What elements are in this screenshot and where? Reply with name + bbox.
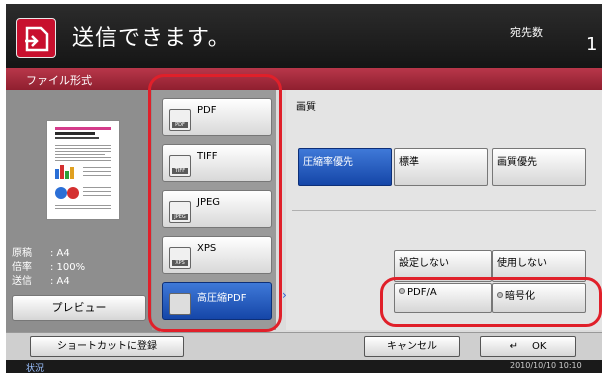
send-size-label: 送信 [12, 276, 32, 287]
format-label: TIFF [197, 151, 218, 162]
section-title: ファイル形式 [26, 74, 92, 87]
divider [292, 210, 596, 211]
original-size-row: 原稿: A4 [12, 244, 70, 259]
radio-indicator-icon [399, 288, 405, 294]
quality-compression-priority-button[interactable]: 圧縮率優先 [298, 148, 392, 186]
file-format-list: PDF PDF TIFF TIFF JPEG JPEG XPS XPS 高圧縮P… [152, 90, 276, 330]
status-button[interactable]: 状況 [26, 361, 44, 373]
header-title: 送信できます。 [72, 26, 231, 51]
encrypt-button[interactable]: 暗号化 [492, 283, 586, 313]
xps-file-icon: XPS [169, 247, 191, 269]
send-icon [25, 26, 49, 52]
format-xps-button[interactable]: XPS XPS [162, 236, 272, 274]
jpeg-file-icon: JPEG [169, 201, 191, 223]
status-bar: 状況 2010/10/10 10:10 [6, 360, 602, 373]
send-size-row: 送信 : A4 [12, 272, 70, 287]
main-panel: ファイル形式 原稿: A4 倍率: 100% 送信: A4 プレビュー P… [6, 68, 602, 332]
quality-priority-button[interactable]: 画質優先 [492, 148, 586, 186]
zoom-label: 倍率 [12, 262, 32, 273]
send-size-value: : A4 [50, 276, 70, 287]
pdf-setting-none-button[interactable]: 設定しない [394, 250, 492, 282]
preview-button[interactable]: プレビュー [12, 295, 146, 321]
encryption-none-button[interactable]: 使用しない [492, 250, 586, 282]
cancel-button[interactable]: キャンセル [364, 336, 460, 357]
format-label: 高圧縮PDF [197, 293, 247, 304]
format-label: XPS [197, 243, 217, 254]
original-size-label: 原稿 [12, 248, 32, 259]
format-label: JPEG [197, 197, 221, 208]
ok-button[interactable]: ↵ OK [480, 336, 576, 357]
options-panel: 画質 圧縮率優先 標準 画質優先 設定しない 使用しない PDF/A 暗号化 [286, 90, 602, 330]
format-label: PDF [197, 105, 217, 116]
bottom-bar: ショートカットに登録 キャンセル ↵ OK [6, 332, 602, 360]
datetime: 2010/10/10 10:10 [510, 361, 582, 370]
encrypt-label: 暗号化 [505, 291, 535, 302]
section-bar: ファイル形式 [6, 68, 602, 90]
ok-label: OK [531, 341, 547, 352]
format-tiff-button[interactable]: TIFF TIFF [162, 144, 272, 182]
send-home-button[interactable] [16, 18, 56, 58]
zoom-row: 倍率: 100% [12, 258, 85, 273]
quality-title: 画質 [296, 102, 316, 113]
tiff-file-icon: TIFF [169, 155, 191, 177]
pdf-file-icon: PDF [169, 109, 191, 131]
quality-standard-button[interactable]: 標準 [394, 148, 488, 186]
format-high-compression-pdf-button[interactable]: 高圧縮PDF [162, 282, 272, 320]
screen: 送信できます。 宛先数 1 ファイル形式 原稿: A4 倍率: 100% 送… [6, 4, 602, 373]
high-compression-pdf-icon [169, 293, 191, 315]
preview-panel: 原稿: A4 倍率: 100% 送信 : A4 プレビュー [6, 90, 160, 332]
document-thumbnail [46, 120, 120, 220]
pdfa-button[interactable]: PDF/A [394, 283, 492, 313]
destination-count: 1 [586, 34, 598, 55]
radio-indicator-icon [497, 292, 503, 298]
format-pdf-button[interactable]: PDF PDF [162, 98, 272, 136]
register-shortcut-button[interactable]: ショートカットに登録 [30, 336, 184, 357]
pdfa-label: PDF/A [407, 287, 437, 298]
enter-icon: ↵ [509, 341, 518, 352]
format-jpeg-button[interactable]: JPEG JPEG [162, 190, 272, 228]
header: 送信できます。 宛先数 1 [6, 4, 602, 68]
destination-count-label: 宛先数 [510, 26, 543, 39]
document-preview-icon [55, 127, 111, 209]
